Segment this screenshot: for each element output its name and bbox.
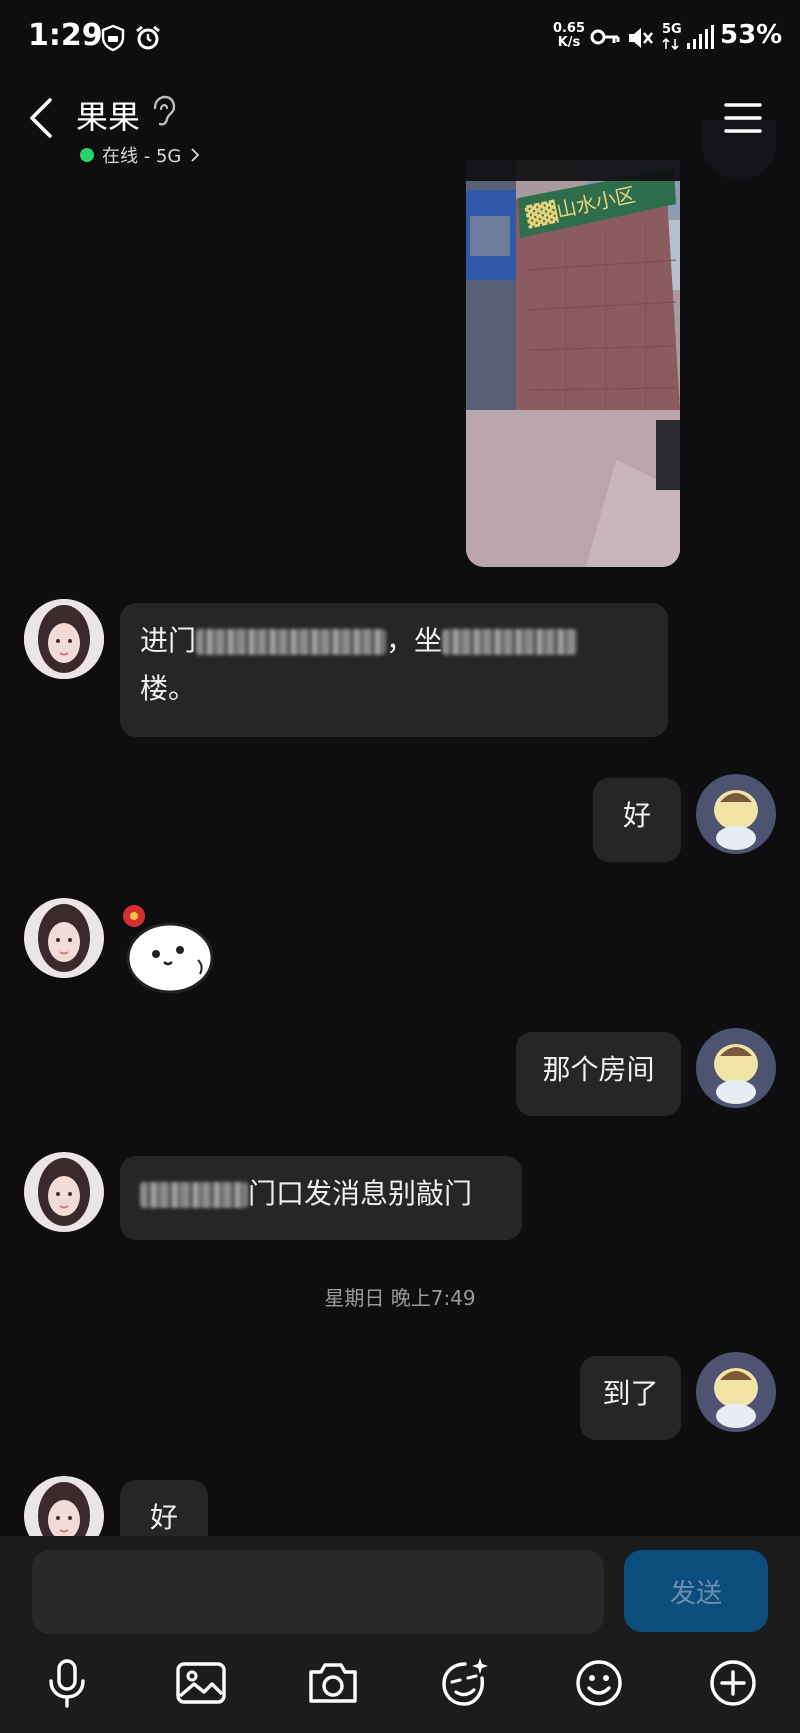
signal-icon — [687, 25, 714, 49]
vpn-shield-icon — [101, 24, 125, 52]
magic-sticker-icon[interactable] — [438, 1656, 492, 1710]
redacted-text — [442, 629, 578, 655]
avatar-cartoon-image — [696, 1352, 776, 1432]
menu-icon[interactable] — [722, 100, 764, 136]
back-arrow-icon[interactable] — [22, 96, 66, 140]
data-arrows-icon — [662, 38, 679, 50]
message-text: 好 — [149, 1501, 178, 1534]
status-time: 1:29 — [28, 18, 103, 53]
contact-name[interactable]: 果果 — [76, 92, 140, 138]
ear-icon[interactable] — [150, 94, 176, 128]
online-indicator — [80, 148, 94, 162]
status-bar: 1:29 0.65 K/s 5G 53% — [0, 0, 800, 76]
message-text: 进门 — [140, 624, 197, 657]
chevron-right-icon — [191, 148, 200, 162]
alarm-icon — [136, 25, 160, 50]
redacted-text — [140, 1182, 248, 1208]
microphone-icon[interactable] — [40, 1656, 94, 1710]
contact-avatar[interactable] — [24, 599, 104, 679]
message-input[interactable] — [32, 1550, 604, 1634]
sent-message-bubble[interactable]: 到了 — [580, 1356, 681, 1440]
message-text: 那个房间 — [542, 1053, 655, 1086]
message-timestamp: 星期日 晚上7:49 — [324, 1286, 476, 1310]
message-text: 好 — [622, 799, 651, 832]
avatar-girl-image — [24, 599, 104, 679]
contact-avatar[interactable] — [24, 1152, 104, 1232]
avatar-cartoon-image — [696, 1028, 776, 1108]
input-bar: 发送 — [0, 1536, 800, 1733]
mute-icon — [629, 28, 654, 48]
received-message-bubble[interactable]: 进门 ，坐 楼。 — [120, 603, 668, 737]
status-text: 在线 - 5G — [102, 146, 182, 167]
avatar-cartoon-image — [696, 774, 776, 854]
contact-status[interactable]: 在线 - 5G — [80, 142, 201, 168]
message-text: 门口发消息别敲门 — [248, 1177, 473, 1210]
sent-photo-message[interactable]: ▓▓山水小区 — [466, 160, 680, 567]
chat-header: 果果 在线 - 5G — [0, 76, 800, 181]
sticker-white-blob[interactable] — [118, 900, 218, 996]
network-type: 5G — [662, 22, 682, 37]
avatar-girl-image — [24, 898, 104, 978]
message-text: 到了 — [602, 1377, 659, 1410]
avatar-girl-image — [24, 1152, 104, 1232]
battery-percent: 53% — [720, 20, 783, 50]
contact-avatar[interactable] — [24, 898, 104, 978]
send-button[interactable]: 发送 — [624, 1550, 768, 1632]
net-speed-value: 0.65 — [552, 21, 586, 36]
plus-icon[interactable] — [706, 1656, 760, 1710]
my-avatar[interactable] — [696, 774, 776, 854]
net-speed: 0.65 K/s — [552, 22, 586, 50]
my-avatar[interactable] — [696, 1028, 776, 1108]
sent-message-bubble[interactable]: 好 — [593, 778, 681, 862]
message-text: ，坐 — [386, 624, 443, 657]
sent-message-bubble[interactable]: 那个房间 — [516, 1032, 681, 1116]
photo-building-image: ▓▓山水小区 — [466, 160, 680, 567]
emoji-icon[interactable] — [572, 1656, 626, 1710]
key-icon — [590, 29, 620, 45]
received-message-bubble[interactable]: 门口发消息别敲门 — [120, 1156, 522, 1240]
message-text: 楼。 — [140, 672, 197, 705]
my-avatar[interactable] — [696, 1352, 776, 1432]
camera-icon[interactable] — [306, 1656, 360, 1710]
net-speed-unit: K/s — [557, 35, 581, 50]
image-icon[interactable] — [174, 1656, 228, 1710]
redacted-text — [196, 629, 387, 655]
